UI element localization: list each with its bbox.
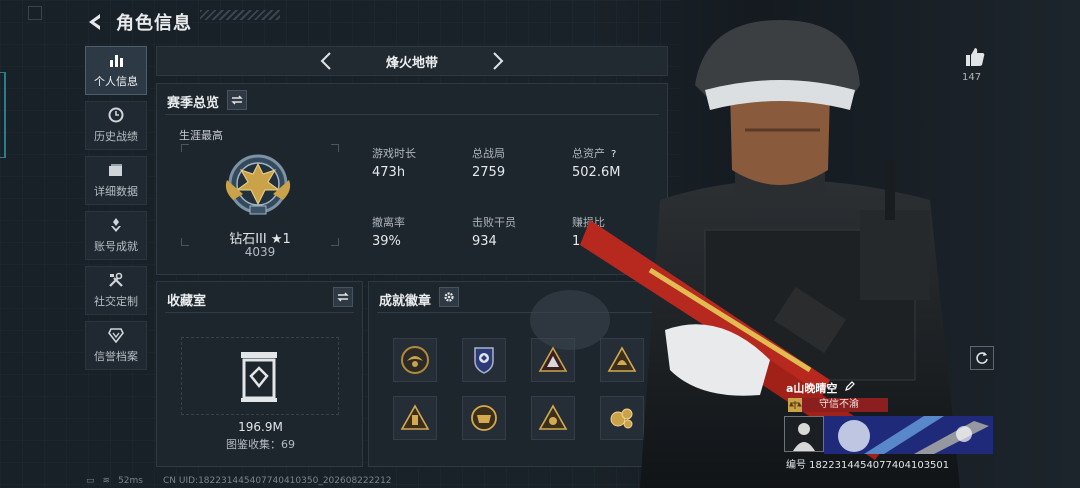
clock-icon <box>108 107 124 123</box>
rotate-button[interactable] <box>970 346 994 370</box>
swap-icon <box>231 95 243 105</box>
sidebar-item-label: 社交定制 <box>94 295 138 308</box>
settings-button[interactable] <box>439 287 459 307</box>
divider <box>165 312 354 313</box>
achievement-badge[interactable] <box>462 338 506 382</box>
panel-title: 收藏室 <box>167 294 207 309</box>
scales-icon <box>788 398 802 412</box>
achievement-badge[interactable] <box>393 396 437 440</box>
sidebar-item-details[interactable]: 详细数据 <box>85 156 147 205</box>
back-arrow-icon[interactable] <box>84 12 104 32</box>
name-card-banner[interactable] <box>824 416 993 454</box>
stat-value: 2759 <box>472 165 506 180</box>
panel-title: 赛季总览 <box>167 96 220 111</box>
sidebar-item-label: 详细数据 <box>94 185 138 198</box>
thumbs-up-icon[interactable] <box>964 46 986 68</box>
rank-score: 4039 <box>244 245 276 259</box>
collection-value: 196.9M <box>238 420 283 434</box>
stat-label: 游戏时长 <box>372 147 416 160</box>
page-header: 角色信息 <box>84 8 192 36</box>
avatar-silhouette-icon <box>793 423 815 451</box>
ping-text: 52ms <box>118 476 143 486</box>
sidebar-item-label: 账号成就 <box>94 240 138 253</box>
sidebar-item-label: 信誉档案 <box>94 350 138 363</box>
status-footer: ▭ ≋ 52ms CN UID:18223144540774041035­0_2… <box>86 476 400 486</box>
police-badge-icon <box>474 347 494 374</box>
achievement-icon <box>111 218 121 232</box>
shield-icon <box>108 328 124 343</box>
player-title-tag: 守信不渝 <box>790 398 888 412</box>
gear-icon <box>444 292 454 302</box>
bar-chart-icon <box>110 55 123 67</box>
crest-badge-icon <box>471 405 497 431</box>
sidebar-item-label: 个人信息 <box>94 75 138 88</box>
stat-value: 39% <box>372 234 401 249</box>
sidebar-item-history[interactable]: 历史战绩 <box>85 101 147 150</box>
swap-button[interactable] <box>333 287 353 307</box>
chevron-right-icon[interactable] <box>487 51 507 71</box>
eagle-badge-icon <box>401 346 429 374</box>
title-stripes-decoration <box>200 10 280 20</box>
stat-label: 撤离率 <box>372 216 405 229</box>
vault-icon <box>241 352 277 402</box>
collection-panel[interactable]: 收藏室 196.9M 图鉴收集：69 <box>156 281 363 467</box>
player-name: a山晚晴空 <box>786 382 838 395</box>
mode-title: 烽火地带 <box>385 55 438 71</box>
stat-value: 934 <box>472 234 497 249</box>
swap-button[interactable] <box>227 90 247 110</box>
diamond-rank-badge-icon <box>225 154 291 215</box>
panel-title: 成就徽章 <box>379 294 432 309</box>
folder-icon <box>109 164 122 176</box>
sidebar-item-achievements[interactable]: 账号成就 <box>85 211 147 260</box>
chevron-left-icon[interactable] <box>317 51 337 71</box>
sidebar-item-social[interactable]: 社交定制 <box>85 266 147 315</box>
stat-label: 总战局 <box>472 147 505 160</box>
character-model[interactable] <box>530 0 1080 488</box>
page-title: 角色信息 <box>116 13 192 34</box>
tools-icon <box>109 272 123 287</box>
sidebar-item-label: 历史战绩 <box>94 130 138 143</box>
card-id: 编号 1822314454077404103501 <box>786 460 950 471</box>
edit-pencil-icon[interactable] <box>844 380 856 392</box>
sidebar-item-personal-info[interactable]: 个人信息 <box>85 46 147 95</box>
avatar[interactable] <box>784 416 824 452</box>
stat-value: 473h <box>372 165 406 180</box>
like-count: 147 <box>962 72 982 83</box>
wifi-icon: ≋ <box>102 476 111 486</box>
uid-text: CN UID:18223144540774041035­0_2026082222… <box>162 476 392 486</box>
triangle-gold-badge-icon <box>400 404 430 430</box>
swap-icon <box>337 292 349 302</box>
achievement-badge[interactable] <box>462 396 506 440</box>
sidebar: 个人信息 历史战绩 详细数据 账号成就 社交定制 信誉档案 <box>85 46 147 376</box>
career-best-label: 生涯最高 <box>179 129 223 142</box>
battery-icon: ▭ <box>86 476 95 486</box>
left-edge-accent <box>0 72 6 158</box>
collection-count: 图鉴收集：69 <box>226 438 295 451</box>
sidebar-item-reputation[interactable]: 信誉档案 <box>85 321 147 370</box>
corner-decoration <box>28 6 42 20</box>
refresh-icon <box>976 352 988 364</box>
stat-label: 击败干员 <box>472 216 516 229</box>
achievement-badge[interactable] <box>393 338 437 382</box>
